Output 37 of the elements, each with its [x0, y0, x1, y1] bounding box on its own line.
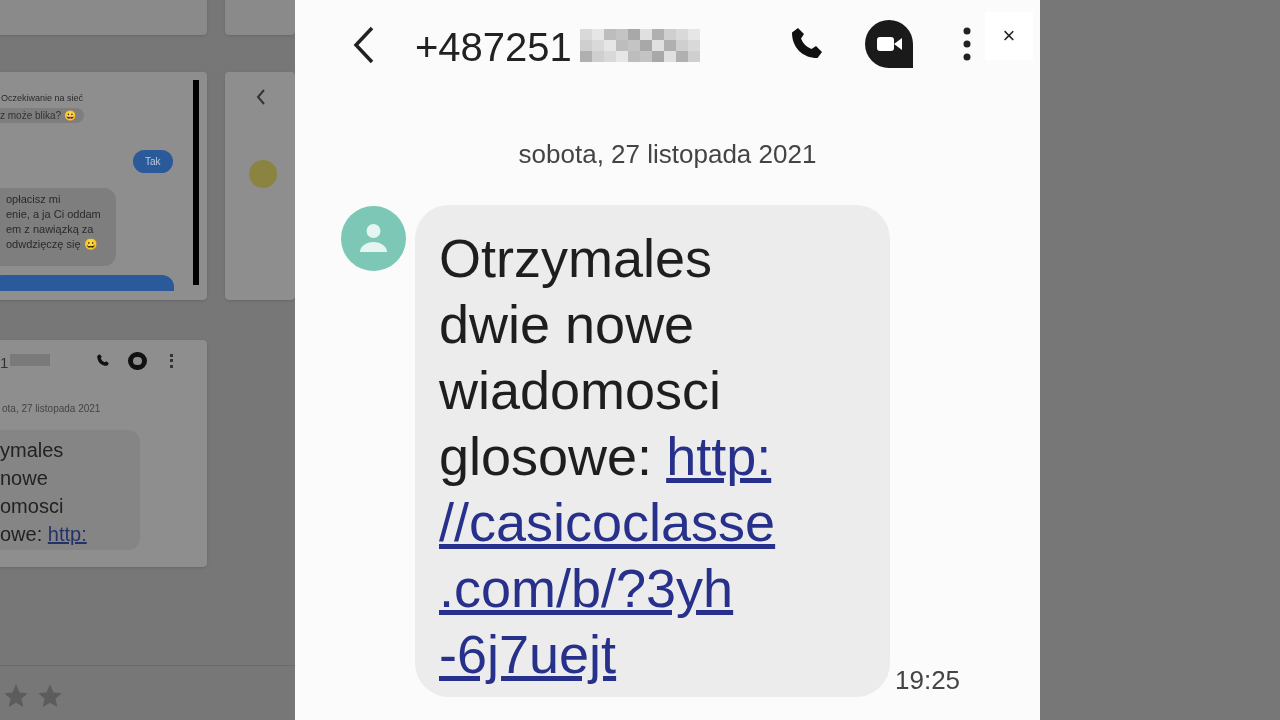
date-text: ota, 27 listopada 2021	[2, 402, 101, 416]
video-call-icon[interactable]	[864, 19, 914, 69]
star-icon[interactable]	[2, 682, 30, 710]
message-text: wiadomosci	[439, 359, 722, 422]
message-text: Otrzymales	[439, 227, 713, 290]
message-text: owe:	[0, 523, 44, 545]
message-link[interactable]: -6j7uejt	[439, 621, 617, 687]
phone-icon[interactable]	[96, 353, 110, 367]
more-icon[interactable]	[963, 27, 971, 61]
phone-icon[interactable]	[789, 25, 825, 61]
message-bubble: opłacisz mi enie, a ja Ci oddam em z nawiązką za odwdzięczę się 😀	[0, 188, 116, 266]
message-bubble: z może blika? 😀	[0, 108, 84, 123]
close-button[interactable]: ×	[985, 12, 1033, 60]
avatar-icon	[249, 160, 277, 188]
date-text: sobota, 27 listopada 2021	[517, 138, 818, 170]
thumbnail-card[interactable]: 1 ota, 27 listopada 2021 ymales nowe omosci owe: http:	[0, 340, 207, 567]
phone-number: 1	[0, 353, 9, 373]
back-icon	[256, 89, 266, 105]
reply-bubble: Tak	[133, 150, 173, 173]
message-link[interactable]: http:	[666, 423, 772, 489]
star-icon[interactable]	[36, 682, 64, 710]
thumbnail-card[interactable]: Oczekiwanie na sieć z może blika? 😀 Tak opłacisz mi enie, a ja Ci oddam em z nawiązką za odwdzięczę się 😀	[0, 72, 207, 300]
status-text: Oczekiwanie na sieć	[1, 92, 84, 105]
message-text: glosowe:	[439, 425, 653, 488]
thumbnail-card[interactable]	[0, 0, 207, 35]
message-link[interactable]: //casicoclasse	[439, 489, 776, 555]
phone-number: +487251	[415, 24, 572, 70]
time-text: 19:25	[895, 664, 961, 696]
message-text: ymales	[0, 439, 64, 461]
message-link[interactable]: .com/b/?3yh	[439, 555, 734, 621]
message-text: nowe	[0, 467, 48, 489]
back-icon[interactable]	[353, 26, 375, 64]
thumbnail-card[interactable]	[225, 0, 295, 35]
avatar-icon	[341, 206, 406, 271]
thumbnail-card[interactable]	[225, 72, 295, 300]
message-text: omosci	[0, 495, 64, 517]
message-text: dwie nowe	[439, 293, 695, 356]
